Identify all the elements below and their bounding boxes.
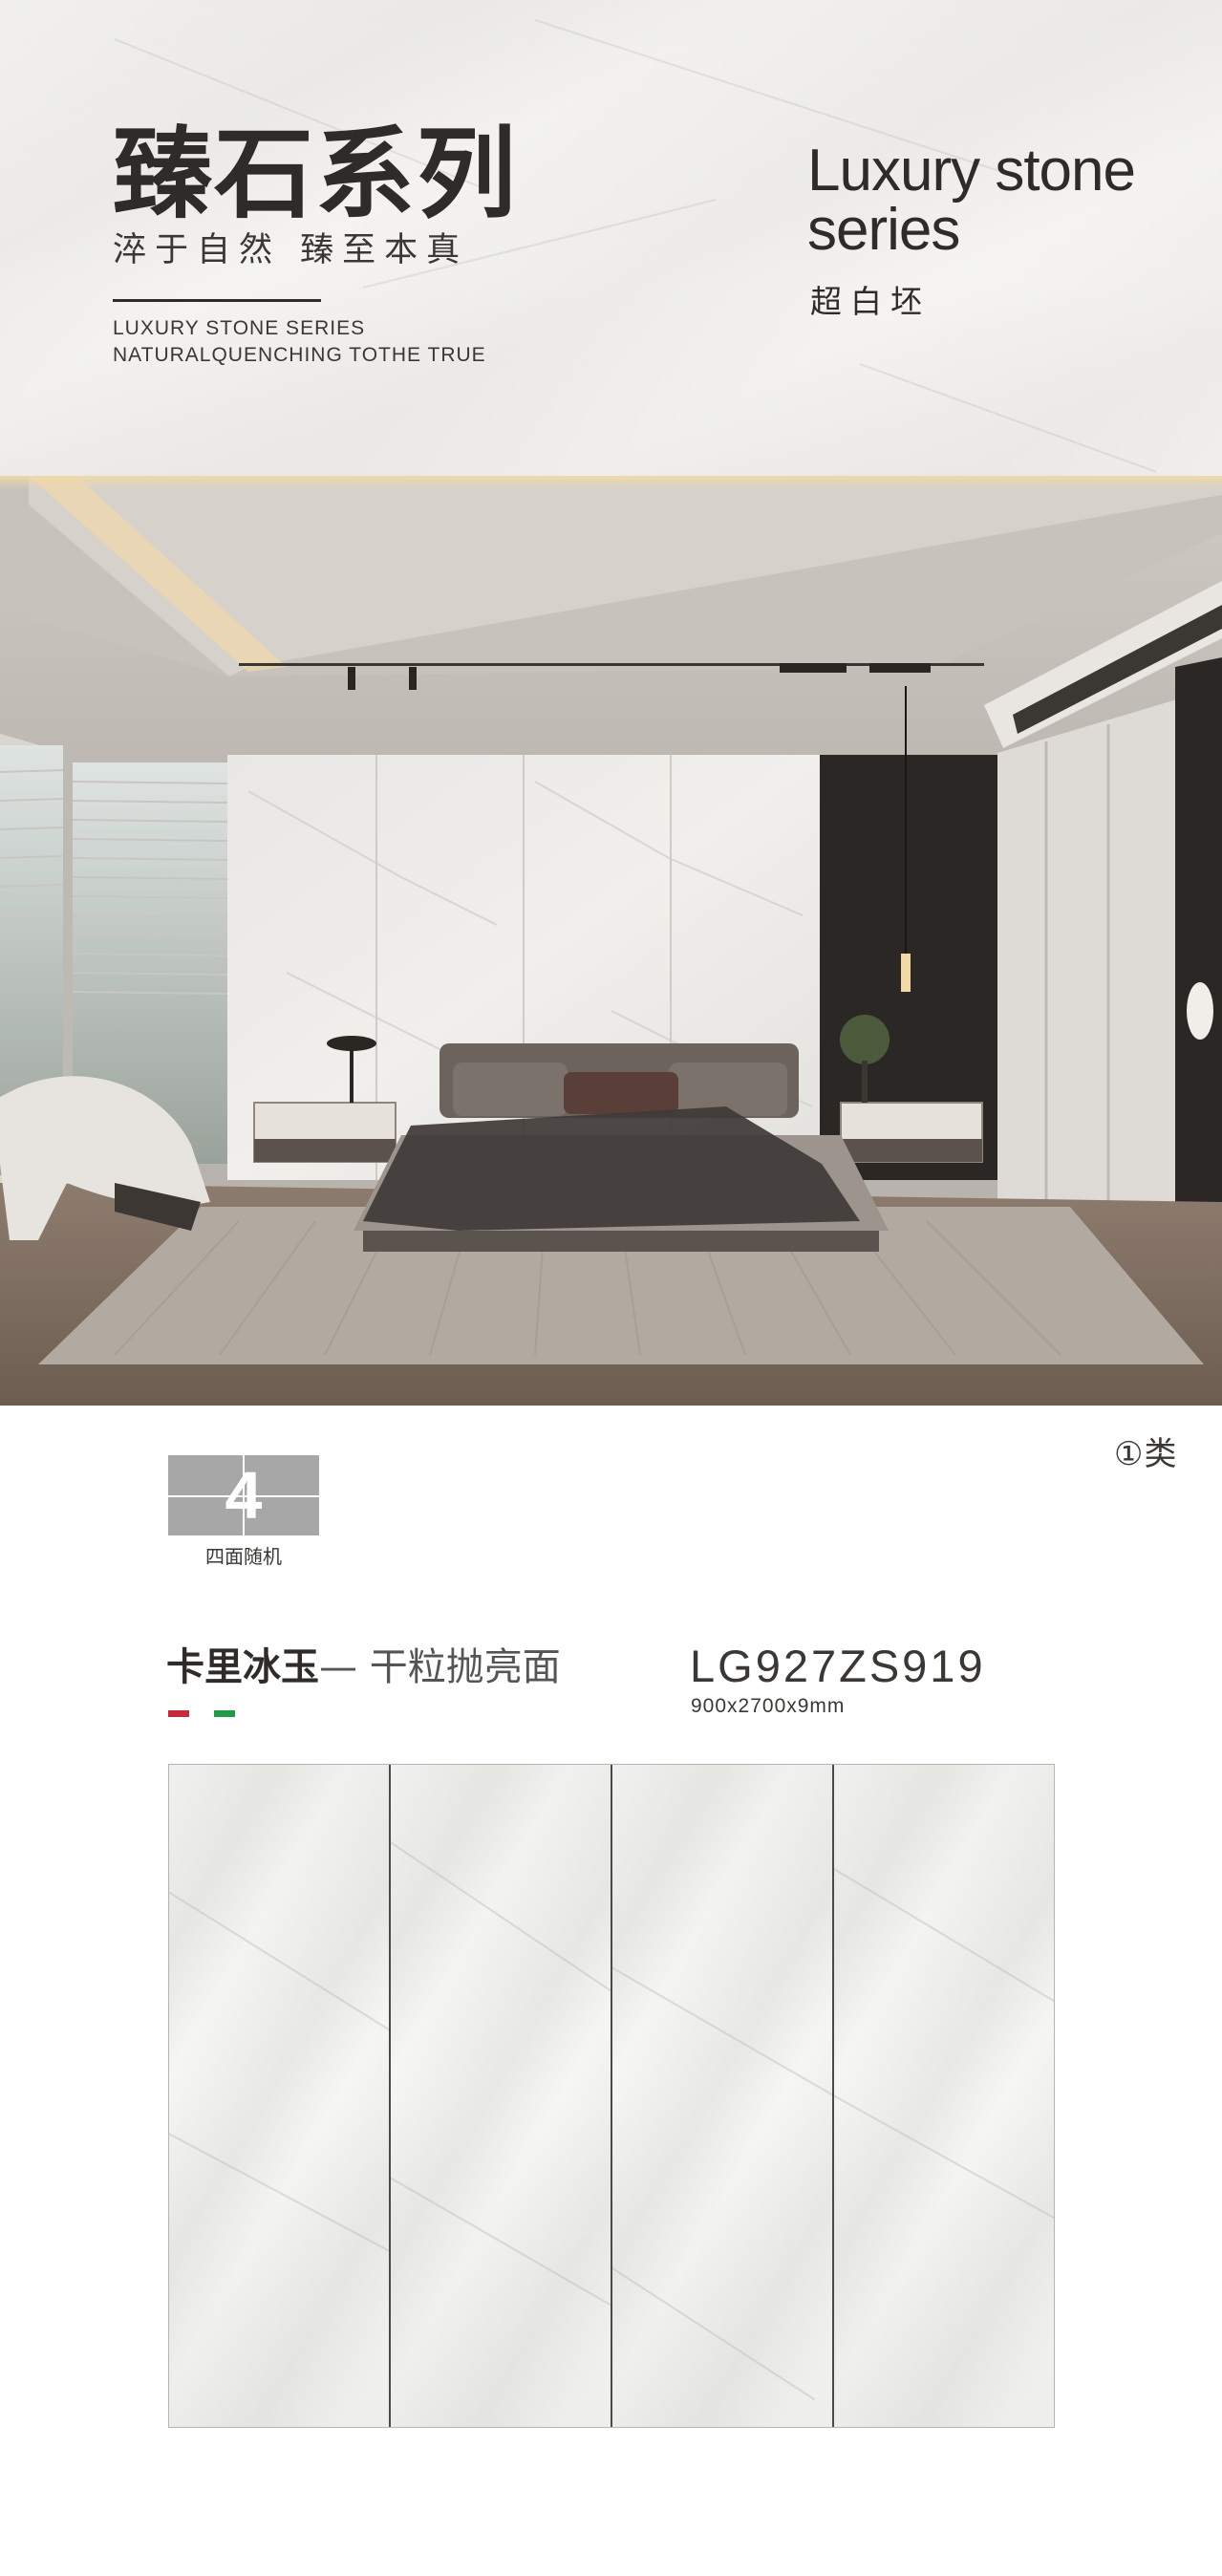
product-name-cn: 卡里冰玉: [166, 1645, 319, 1689]
face-count-label: 四面随机: [205, 1545, 282, 1568]
title-divider: [113, 299, 321, 302]
series-title: 臻石系列: [113, 116, 519, 232]
tile-slab: [834, 1765, 1054, 2427]
bedroom-scene-image: [0, 476, 1222, 1406]
face-count-badge: 4: [168, 1455, 319, 1535]
product-code: LG927ZS919: [690, 1641, 986, 1691]
product-name: 卡里冰玉— 干粒抛亮面: [166, 1643, 561, 1691]
luxury-title: Luxury stone series: [807, 141, 1190, 260]
body-type-label: 超白坯: [810, 283, 931, 320]
series-slogan-en: NATURALQUENCHING TOTHE TRUE: [113, 344, 486, 366]
tile-slab: [612, 1765, 834, 2427]
italian-flag-icon: [168, 1710, 235, 1717]
header-banner: 臻石系列 淬于自然 臻至本真 LUXURY STONE SERIES NATUR…: [0, 0, 1222, 476]
category-label: ①类: [1114, 1435, 1178, 1473]
series-name-en: LUXURY STONE SERIES: [113, 317, 366, 339]
product-dash: —: [319, 1645, 357, 1689]
series-slogan: 淬于自然 臻至本真: [113, 231, 469, 269]
product-size: 900x2700x9mm: [691, 1695, 846, 1717]
marble-vein: [859, 363, 1157, 473]
luxury-title-line1: Luxury stone: [807, 138, 1136, 204]
product-finish: 干粒抛亮面: [369, 1645, 561, 1689]
tile-layout: [168, 1764, 1055, 2428]
tile-slab: [169, 1765, 391, 2427]
luxury-title-line2: series: [807, 197, 960, 263]
face-count-number: 4: [225, 1458, 263, 1533]
tile-slab: [391, 1765, 612, 2427]
